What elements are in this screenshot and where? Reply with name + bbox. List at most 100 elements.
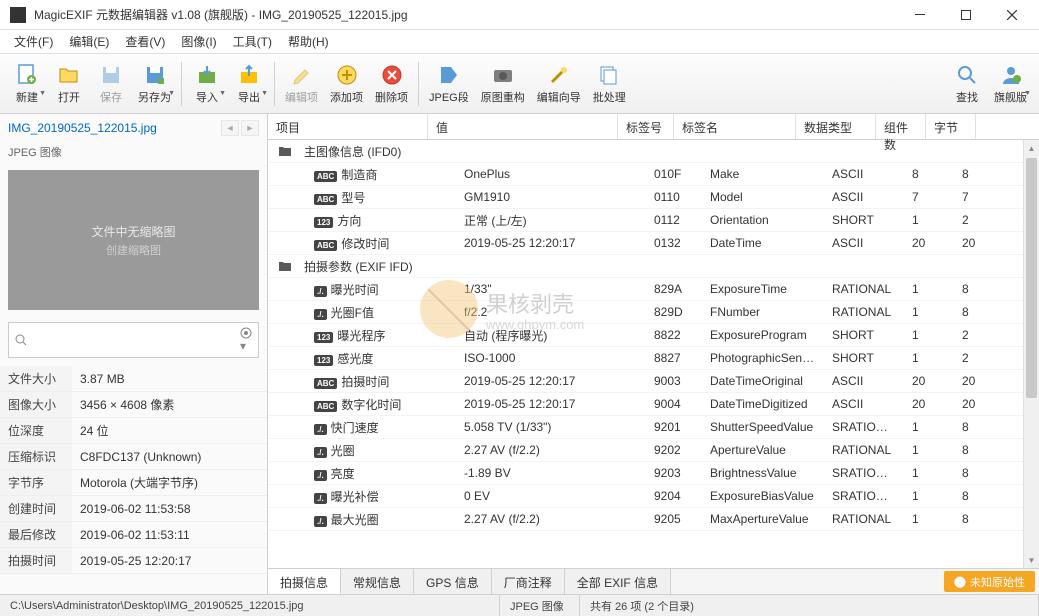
toolbar: 新建▼ 打开 保存 另存为▼ 导入▼ 导出▼ 编辑项 添加项 删除项 JPEG段… (0, 54, 1039, 114)
property-row: 图像大小3456 × 4608 像素 (0, 392, 267, 418)
status-path: C:\Users\Administrator\Desktop\IMG_20190… (0, 595, 500, 616)
tab-all-exif[interactable]: 全部 EXIF 信息 (565, 569, 671, 594)
originality-badge[interactable]: ⬤未知原始性 (944, 571, 1035, 592)
rebuild-button[interactable]: 原图重构 (475, 57, 531, 111)
main-area: IMG_20190525_122015.jpg ◄ ► JPEG 图像 文件中无… (0, 114, 1039, 594)
thumbnail-area[interactable]: 文件中无缩略图 创建缩略图 (8, 170, 259, 310)
close-button[interactable] (989, 0, 1035, 30)
create-thumb-link[interactable]: 创建缩略图 (106, 242, 161, 258)
type-tag: ./. (314, 516, 327, 527)
menu-image[interactable]: 图像(I) (173, 30, 224, 53)
table-group-header[interactable]: 主图像信息 (IFD0) (268, 140, 1039, 163)
cell-value: 2019-05-25 12:20:17 (456, 394, 646, 414)
cell-datatype: SRATIONAL (824, 486, 904, 506)
col-tagnum[interactable]: 标签号 (618, 114, 674, 139)
jpeg-button[interactable]: JPEG段 (423, 57, 475, 111)
table-row[interactable]: ./.最大光圈 2.27 AV (f/2.2) 9205 MaxAperture… (268, 508, 1039, 531)
scrollbar-thumb[interactable] (1026, 158, 1037, 398)
cell-value: GM1910 (456, 187, 646, 207)
prop-key: 文件大小 (0, 366, 72, 392)
table-group-header[interactable]: 拍摄参数 (EXIF IFD) (268, 255, 1039, 278)
cell-datatype: SHORT (824, 348, 904, 368)
property-row: 创建时间2019-06-02 11:53:58 (0, 496, 267, 522)
table-row[interactable]: 123方向 正常 (上/左) 0112 Orientation SHORT 1 … (268, 209, 1039, 232)
bottom-tabs: 拍摄信息 常规信息 GPS 信息 厂商注释 全部 EXIF 信息 ⬤未知原始性 (268, 568, 1039, 594)
maximize-button[interactable] (943, 0, 989, 30)
cell-item: ./.快门速度 (296, 416, 456, 439)
search-settings-button[interactable]: ▾ (234, 323, 258, 357)
col-tagname[interactable]: 标签名 (674, 114, 796, 139)
menu-view[interactable]: 查看(V) (117, 30, 173, 53)
cell-tagname: DateTimeOriginal (702, 371, 824, 391)
col-datatype[interactable]: 数据类型 (796, 114, 876, 139)
table-row[interactable]: ABC修改时间 2019-05-25 12:20:17 0132 DateTim… (268, 232, 1039, 255)
cell-value: 5.058 TV (1/33") (456, 417, 646, 437)
table-row[interactable]: ABC拍摄时间 2019-05-25 12:20:17 9003 DateTim… (268, 370, 1039, 393)
col-item[interactable]: 项目 (268, 114, 428, 139)
next-file-button[interactable]: ► (241, 120, 259, 136)
menu-edit[interactable]: 编辑(E) (61, 30, 117, 53)
no-thumb-text: 文件中无缩略图 (91, 223, 175, 240)
type-tag: ./. (314, 470, 327, 481)
cell-tagnum: 9203 (646, 463, 702, 483)
prev-file-button[interactable]: ◄ (221, 120, 239, 136)
tab-capture-info[interactable]: 拍摄信息 (268, 569, 341, 594)
import-button[interactable]: 导入▼ (186, 57, 228, 111)
search-field[interactable]: ▾ (8, 322, 259, 358)
table-row[interactable]: ./.快门速度 5.058 TV (1/33") 9201 ShutterSpe… (268, 416, 1039, 439)
table-row[interactable]: ABC型号 GM1910 0110 Model ASCII 7 7 (268, 186, 1039, 209)
prop-value: 2019-06-02 11:53:11 (72, 522, 267, 548)
cell-tagname: ApertureValue (702, 440, 824, 460)
scroll-up-button[interactable]: ▲ (1024, 140, 1039, 156)
additem-button[interactable]: 添加项 (324, 57, 369, 111)
cell-bytes: 8 (954, 486, 1004, 506)
new-button[interactable]: 新建▼ (6, 57, 48, 111)
cell-datatype: RATIONAL (824, 440, 904, 460)
open-button[interactable]: 打开 (48, 57, 90, 111)
cell-item: ./.曝光补偿 (296, 485, 456, 508)
menu-file[interactable]: 文件(F) (6, 30, 61, 53)
vertical-scrollbar[interactable]: ▲ ▼ (1023, 140, 1039, 568)
export-button[interactable]: 导出▼ (228, 57, 270, 111)
col-components[interactable]: 组件数 (876, 114, 926, 139)
tab-general-info[interactable]: 常规信息 (341, 569, 414, 594)
table-row[interactable]: ./.光圈F值 f/2.2 829D FNumber RATIONAL 1 8 (268, 301, 1039, 324)
col-value[interactable]: 值 (428, 114, 618, 139)
edition-button[interactable]: 旗舰版▼ (988, 57, 1033, 111)
property-row: 压缩标识C8FDC137 (Unknown) (0, 444, 267, 470)
prop-key: 字节序 (0, 470, 72, 496)
cell-item: ./.光圈 (296, 439, 456, 462)
scroll-down-button[interactable]: ▼ (1024, 552, 1039, 568)
table-row[interactable]: ./.曝光时间 1/33" 829A ExposureTime RATIONAL… (268, 278, 1039, 301)
table-row[interactable]: 123曝光程序 自动 (程序曝光) 8822 ExposureProgram S… (268, 324, 1039, 347)
batch-button[interactable]: 批处理 (587, 57, 632, 111)
type-tag: ./. (314, 286, 327, 297)
tab-maker-notes[interactable]: 厂商注释 (492, 569, 565, 594)
table-body[interactable]: 主图像信息 (IFD0) ABC制造商 OnePlus 010F Make AS… (268, 140, 1039, 568)
table-row[interactable]: ./.光圈 2.27 AV (f/2.2) 9202 ApertureValue… (268, 439, 1039, 462)
table-header: 项目 值 标签号 标签名 数据类型 组件数 字节 (268, 114, 1039, 140)
cell-datatype: SRATIONAL (824, 417, 904, 437)
cell-datatype: ASCII (824, 371, 904, 391)
table-row[interactable]: ./.亮度 -1.89 BV 9203 BrightnessValue SRAT… (268, 462, 1039, 485)
cell-components: 1 (904, 325, 954, 345)
saveas-button[interactable]: 另存为▼ (132, 57, 177, 111)
tab-gps-info[interactable]: GPS 信息 (414, 569, 492, 594)
minimize-button[interactable] (897, 0, 943, 30)
type-tag: ABC (314, 378, 337, 389)
table-row[interactable]: 123感光度 ISO-1000 8827 PhotographicSensi..… (268, 347, 1039, 370)
menu-help[interactable]: 帮助(H) (280, 30, 337, 53)
col-bytes[interactable]: 字节 (926, 114, 976, 139)
search-input[interactable] (33, 329, 234, 351)
table-row[interactable]: ./.曝光补偿 0 EV 9204 ExposureBiasValue SRAT… (268, 485, 1039, 508)
cell-item: ./.光圈F值 (296, 301, 456, 324)
prop-value: 3456 × 4608 像素 (72, 392, 267, 418)
wizard-button[interactable]: 编辑向导 (531, 57, 587, 111)
edititem-button: 编辑项 (279, 57, 324, 111)
menu-tools[interactable]: 工具(T) (225, 30, 280, 53)
delitem-button[interactable]: 删除项 (369, 57, 414, 111)
table-row[interactable]: ABC数字化时间 2019-05-25 12:20:17 9004 DateTi… (268, 393, 1039, 416)
table-row[interactable]: ABC制造商 OnePlus 010F Make ASCII 8 8 (268, 163, 1039, 186)
find-button[interactable]: 查找 (946, 57, 988, 111)
shield-icon: ⬤ (954, 575, 966, 588)
